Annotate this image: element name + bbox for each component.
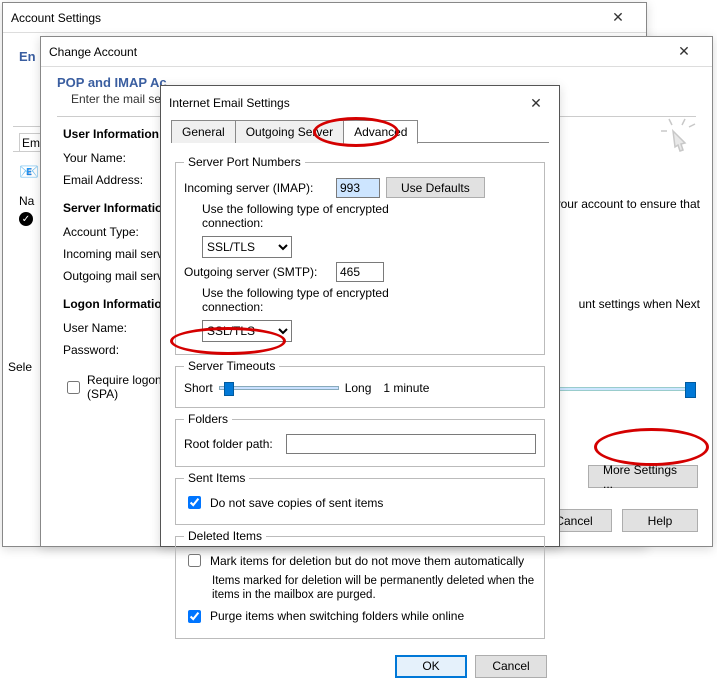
outgoing-port-input[interactable] xyxy=(336,262,384,282)
group-legend: Folders xyxy=(184,412,232,426)
spa-checkbox[interactable] xyxy=(67,381,80,394)
tab-advanced[interactable]: Advanced xyxy=(343,120,418,144)
group-legend: Server Timeouts xyxy=(184,359,279,373)
short-label: Short xyxy=(184,381,213,395)
sent-items-group: Sent Items Do not save copies of sent it… xyxy=(175,471,545,525)
purge-checkbox[interactable] xyxy=(188,610,201,623)
titlebar: Account Settings ✕ xyxy=(3,3,646,33)
right-info-1: your account to ensure that xyxy=(555,197,700,211)
outgoing-encryption-select[interactable]: SSL/TLS xyxy=(202,320,292,342)
close-icon[interactable]: ✕ xyxy=(664,38,704,66)
dialog-title: Internet Email Settings xyxy=(169,96,521,110)
close-icon[interactable]: ✕ xyxy=(598,4,638,32)
outgoing-enc-label: Use the following type of encrypted conn… xyxy=(202,286,452,314)
check-icon: ✓ xyxy=(19,212,33,226)
tab-bar: General Outgoing Server Advanced xyxy=(171,120,549,143)
deletion-note: Items marked for deletion will be perman… xyxy=(212,574,536,603)
long-label: Long xyxy=(345,381,372,395)
root-folder-label: Root folder path: xyxy=(184,437,280,451)
titlebar: Internet Email Settings ✕ xyxy=(161,86,559,120)
folders-group: Folders Root folder path: xyxy=(175,412,545,467)
internet-email-settings-dialog: Internet Email Settings ✕ General Outgoi… xyxy=(160,85,560,547)
incoming-imap-label: Incoming server (IMAP): xyxy=(184,181,330,195)
close-icon[interactable]: ✕ xyxy=(521,89,551,117)
tab-general[interactable]: General xyxy=(171,120,236,143)
ok-button[interactable]: OK xyxy=(395,655,467,678)
more-settings-button[interactable]: More Settings ... xyxy=(588,465,698,488)
group-legend: Deleted Items xyxy=(184,529,266,543)
cancel-button[interactable]: Cancel xyxy=(475,655,547,678)
slider-thumb[interactable] xyxy=(224,382,234,396)
incoming-encryption-select[interactable]: SSL/TLS xyxy=(202,236,292,258)
right-info-2: unt settings when Next xyxy=(579,297,700,311)
server-timeouts-group: Server Timeouts Short Long 1 minute xyxy=(175,359,545,408)
dont-save-sent-label: Do not save copies of sent items xyxy=(210,496,383,510)
tab-outgoing-server[interactable]: Outgoing Server xyxy=(235,120,344,143)
mark-for-deletion-label: Mark items for deletion but do not move … xyxy=(210,554,524,568)
cursor-decor-icon xyxy=(652,113,702,153)
incoming-port-input[interactable] xyxy=(336,178,380,198)
help-button[interactable]: Help xyxy=(622,509,698,532)
titlebar: Change Account ✕ xyxy=(41,37,712,67)
dont-save-sent-checkbox[interactable] xyxy=(188,496,201,509)
root-folder-input[interactable] xyxy=(286,434,536,454)
outgoing-smtp-label: Outgoing server (SMTP): xyxy=(184,265,330,279)
window-title: Account Settings xyxy=(11,11,598,25)
mail-icon: 📧 xyxy=(19,162,39,182)
timeout-value: 1 minute xyxy=(383,381,429,395)
group-legend: Sent Items xyxy=(184,471,249,485)
purge-label: Purge items when switching folders while… xyxy=(210,609,464,623)
deleted-items-group: Deleted Items Mark items for deletion bu… xyxy=(175,529,545,639)
incoming-enc-label: Use the following type of encrypted conn… xyxy=(202,202,452,230)
server-port-numbers-group: Server Port Numbers Incoming server (IMA… xyxy=(175,155,545,355)
window-title: Change Account xyxy=(49,45,664,59)
use-defaults-button[interactable]: Use Defaults xyxy=(386,177,485,198)
name-col-fragment: Na xyxy=(19,194,34,208)
timeout-slider[interactable] xyxy=(219,386,339,390)
group-legend: Server Port Numbers xyxy=(184,155,305,169)
mark-for-deletion-checkbox[interactable] xyxy=(188,554,201,567)
selected-label-fragment: Sele xyxy=(8,360,32,374)
